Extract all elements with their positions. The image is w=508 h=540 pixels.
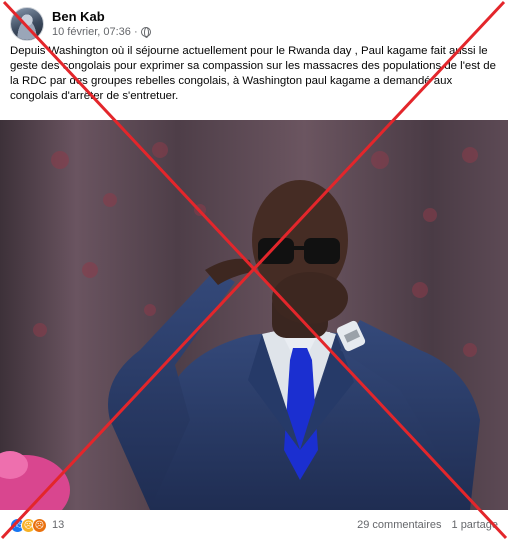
angry-icon: ☹ [32, 517, 47, 533]
facebook-post: Ben Kab 10 février, 07:36 · Depuis Washi… [0, 0, 508, 540]
post-subline: 10 février, 07:36 · [52, 25, 151, 39]
reaction-count: 13 [52, 519, 65, 531]
author-name[interactable]: Ben Kab [52, 9, 151, 25]
globe-icon [140, 27, 151, 38]
post-timestamp[interactable]: 10 février, 07:36 · [52, 25, 138, 39]
photo-illustration [0, 120, 508, 510]
post-meta: Ben Kab 10 février, 07:36 · [52, 9, 151, 39]
post-header: Ben Kab 10 février, 07:36 · [10, 6, 151, 42]
reactions-summary[interactable]: 👍︎ ☹ ☹ 13 [10, 517, 65, 533]
post-footer: 👍︎ ☹ ☹ 13 29 commentaires 1 partage [0, 510, 508, 540]
comments-link[interactable]: 29 commentaires [357, 519, 441, 531]
post-text: Depuis Washington où il séjourne actuell… [10, 45, 496, 102]
author-avatar[interactable] [10, 7, 44, 41]
shares-link[interactable]: 1 partage [452, 519, 498, 531]
post-photo[interactable] [0, 120, 508, 510]
